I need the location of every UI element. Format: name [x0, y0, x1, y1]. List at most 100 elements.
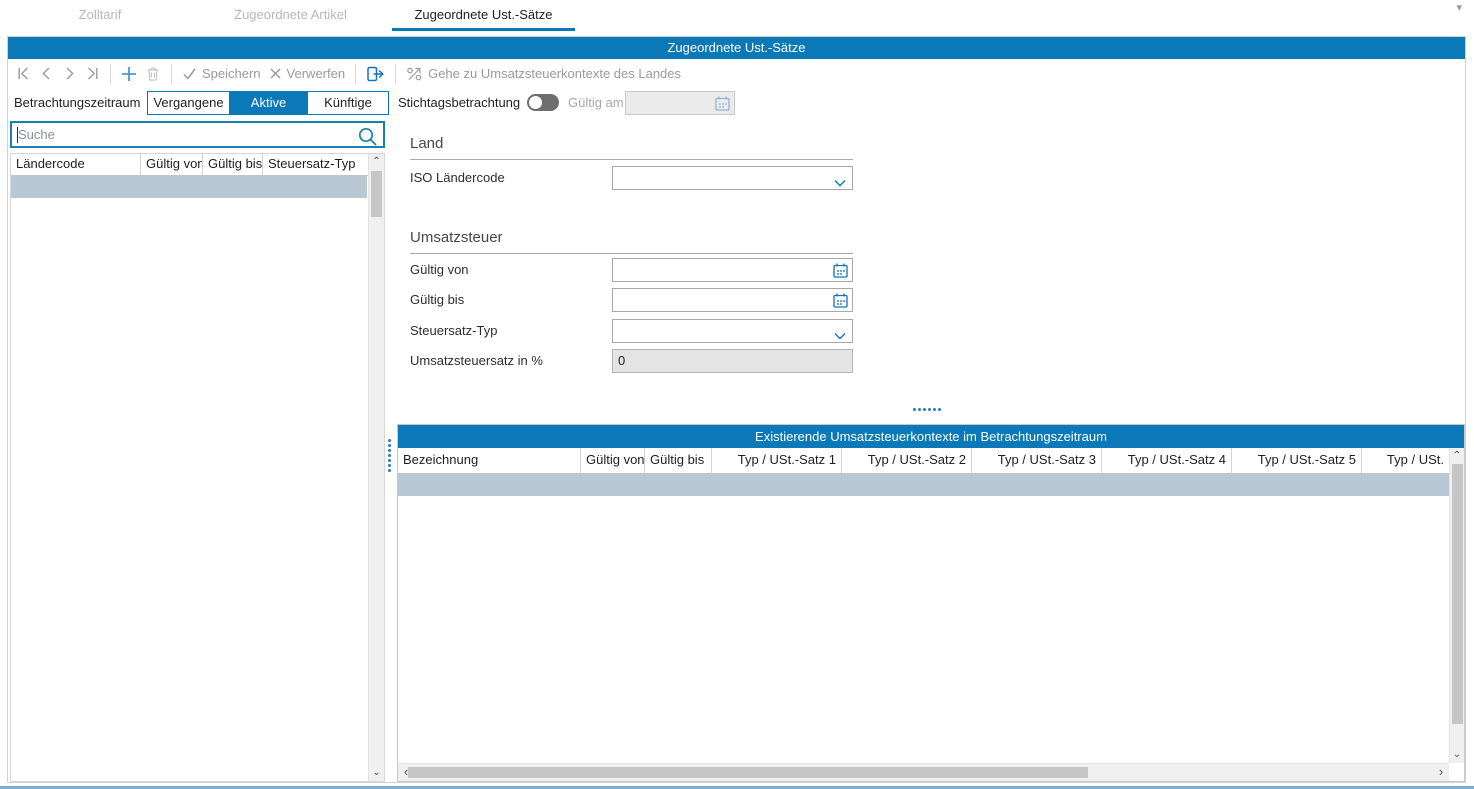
column-header-gueltig-bis[interactable]: Gültig bis	[203, 154, 263, 175]
tab-zugeordnete-artikel[interactable]: Zugeordnete Artikel	[199, 0, 382, 29]
search-box	[10, 121, 385, 148]
toggle-knob	[529, 96, 542, 109]
column-header-gueltig-von[interactable]: Gültig von	[141, 154, 203, 175]
umsatzsteuer-section-heading: Umsatzsteuer	[410, 229, 503, 246]
umsatzsteuersatz-label: Umsatzsteuersatz in %	[410, 349, 543, 373]
section-divider	[410, 159, 853, 160]
stichtagsbetrachtung-label: Stichtagsbetrachtung	[398, 95, 520, 110]
gueltig-von-input[interactable]	[612, 258, 853, 282]
open-record-button[interactable]	[366, 65, 385, 83]
save-button-label: Speichern	[202, 66, 261, 81]
chevron-down-icon	[834, 175, 846, 190]
table-header-row: Bezeichnung Gültig von Gültig bis Typ / …	[398, 448, 1449, 474]
horizontal-splitter-grip[interactable]	[913, 408, 941, 411]
search-icon[interactable]	[357, 126, 378, 150]
column-header-typ-ust-satz-4[interactable]: Typ / USt.-Satz 4	[1102, 448, 1232, 473]
scroll-down-icon[interactable]: ⌄	[1450, 747, 1464, 763]
plus-icon	[121, 66, 137, 82]
laendercode-table: Ländercode Gültig von Gültig bis Steuers…	[10, 153, 385, 782]
scrollbar-thumb[interactable]	[1452, 464, 1463, 724]
tab-zugeordnete-ust-saetze[interactable]: Zugeordnete Ust.-Sätze	[392, 0, 575, 29]
vertical-scrollbar[interactable]: ⌃ ⌄	[1449, 448, 1464, 763]
scroll-up-icon[interactable]: ⌃	[1450, 448, 1464, 464]
column-header-typ-ust-satz-3[interactable]: Typ / USt.-Satz 3	[972, 448, 1102, 473]
aktive-button[interactable]: Aktive	[229, 91, 308, 115]
table-row[interactable]	[398, 474, 1449, 496]
gueltig-von-label: Gültig von	[410, 258, 469, 282]
table-header-row: Ländercode Gültig von Gültig bis Steuers…	[11, 154, 384, 176]
last-record-icon	[85, 66, 100, 81]
column-header-typ-ust-satz-6[interactable]: Typ / USt.	[1362, 448, 1449, 473]
column-header-laendercode[interactable]: Ländercode	[11, 154, 141, 175]
kuenftige-button[interactable]: Künftige	[307, 91, 389, 115]
first-record-button[interactable]	[16, 66, 31, 81]
scroll-right-icon[interactable]: ›	[1433, 764, 1449, 781]
steuersatz-typ-label: Steuersatz-Typ	[410, 319, 497, 343]
bottom-panel-title: Existierende Umsatzsteuerkontexte im Bet…	[398, 425, 1464, 448]
tab-zolltarif[interactable]: Zolltarif	[25, 0, 175, 29]
active-tab-underline	[392, 28, 575, 31]
toolbar-separator	[395, 64, 396, 84]
iso-laendercode-label: ISO Ländercode	[410, 166, 505, 190]
umsatzsteuersatz-input[interactable]: 0	[612, 349, 853, 373]
next-record-button[interactable]	[62, 66, 77, 81]
first-record-icon	[16, 66, 31, 81]
horizontal-scrollbar[interactable]: ‹ ›	[398, 763, 1449, 781]
next-record-icon	[62, 66, 77, 81]
calendar-icon[interactable]	[714, 95, 731, 115]
filter-row: Betrachtungszeitraum Vergangene Aktive K…	[8, 88, 1465, 118]
vergangene-button[interactable]: Vergangene	[147, 91, 230, 115]
iso-laendercode-select[interactable]	[612, 166, 853, 190]
gueltig-bis-label: Gültig bis	[410, 288, 464, 312]
tab-strip: Zolltarif Zugeordnete Artikel Zugeordnet…	[0, 0, 1474, 33]
umsatzsteuerkontexte-panel: Existierende Umsatzsteuerkontexte im Bet…	[397, 424, 1465, 782]
scrollbar-thumb[interactable]	[371, 171, 382, 217]
toolbar-separator	[110, 64, 111, 84]
table-row[interactable]	[11, 176, 367, 198]
column-header-typ-ust-satz-1[interactable]: Typ / USt.-Satz 1	[712, 448, 842, 473]
scroll-up-icon[interactable]: ⌃	[369, 154, 384, 170]
delete-record-button[interactable]	[145, 66, 161, 82]
betrachtungszeitraum-label: Betrachtungszeitraum	[14, 95, 140, 110]
goto-context-button[interactable]: Gehe zu Umsatzsteuerkontexte des Landes	[406, 66, 681, 82]
panel-title: Zugeordnete Ust.-Sätze	[8, 37, 1465, 59]
steuersatz-typ-select[interactable]	[612, 319, 853, 343]
stichtag-toggle[interactable]	[527, 94, 559, 111]
previous-record-button[interactable]	[39, 66, 54, 81]
column-header-typ-ust-satz-2[interactable]: Typ / USt.-Satz 2	[842, 448, 972, 473]
calendar-icon[interactable]	[832, 292, 849, 312]
gueltig-am-date-input[interactable]	[625, 91, 735, 115]
vertical-splitter-grip[interactable]	[388, 439, 391, 472]
calendar-icon[interactable]	[832, 262, 849, 282]
goto-percent-icon	[406, 66, 423, 82]
goto-context-label: Gehe zu Umsatzsteuerkontexte des Landes	[428, 66, 681, 81]
save-button[interactable]: Speichern	[182, 66, 261, 81]
last-record-button[interactable]	[85, 66, 100, 81]
navigate-forward-icon	[366, 65, 385, 83]
toolbar: Speichern Verwerfen Gehe zu Umsatzsteuer…	[8, 59, 1465, 88]
toolbar-separator	[355, 64, 356, 84]
check-icon	[182, 67, 197, 81]
add-record-button[interactable]	[121, 66, 137, 82]
gueltig-bis-input[interactable]	[612, 288, 853, 312]
chevron-down-icon	[834, 328, 846, 343]
vertical-scrollbar[interactable]: ⌃ ⌄	[368, 154, 384, 781]
main-panel: Zugeordnete Ust.-Sätze	[7, 36, 1466, 783]
trash-icon	[145, 66, 161, 82]
discard-button-label: Verwerfen	[287, 66, 346, 81]
umsatzsteuersatz-value: 0	[618, 353, 625, 368]
column-header-gueltig-bis[interactable]: Gültig bis	[645, 448, 712, 473]
discard-button[interactable]: Verwerfen	[269, 66, 346, 81]
scrollbar-thumb[interactable]	[408, 767, 1088, 778]
land-section-heading: Land	[410, 135, 443, 152]
column-header-typ-ust-satz-5[interactable]: Typ / USt.-Satz 5	[1232, 448, 1362, 473]
collapse-panel-icon[interactable]: ▾	[1456, 1, 1462, 14]
column-header-bezeichnung[interactable]: Bezeichnung	[398, 448, 581, 473]
search-input[interactable]	[18, 124, 348, 145]
section-divider	[410, 253, 853, 254]
column-header-gueltig-von[interactable]: Gültig von	[581, 448, 645, 473]
gueltig-am-label: Gültig am	[568, 95, 624, 110]
column-header-steuersatz-typ[interactable]: Steuersatz-Typ	[263, 154, 367, 175]
scroll-down-icon[interactable]: ⌄	[369, 765, 384, 781]
betrachtungszeitraum-segmented-control: Vergangene Aktive Künftige	[147, 91, 389, 115]
